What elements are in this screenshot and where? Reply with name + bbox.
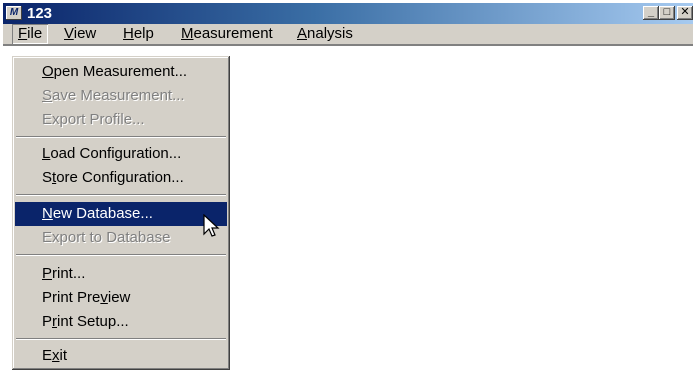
label-post: it [59,347,68,364]
label-post: int Setup... [57,313,129,330]
label-pre: P [42,313,53,330]
label-key: N [42,205,53,222]
menu-measurement-label: easurement [193,25,273,42]
label-post: ave Measurement... [52,87,185,104]
menu-view-label: iew [73,25,97,42]
menu-help-label: elp [133,25,154,42]
label-post: iew [107,289,131,306]
menu-item-print-preview[interactable]: Print Preview [15,286,227,310]
menu-help-mnemonic: H [123,25,134,42]
menu-item-store-configuration[interactable]: Store Configuration... [15,166,227,190]
label-key: O [42,63,54,80]
minimize-button[interactable]: _ [643,6,659,20]
menu-item-new-database[interactable]: New Database... [15,202,227,226]
label-post: oad Configuration... [50,145,182,162]
menu-item-print[interactable]: Print... [15,262,227,286]
label-key: S [42,87,53,104]
label-post: ore Configuration... [56,169,184,186]
label-post: ew Database... [52,205,153,222]
close-button[interactable]: ✕ [677,6,693,20]
menu-separator [16,194,226,196]
label-key: x [52,347,60,364]
app-icon[interactable]: M [6,6,22,20]
menu-separator [16,136,226,138]
file-menu-dropdown: Open Measurement... Save Measurement... … [12,56,230,370]
menu-view[interactable]: View [58,24,102,44]
label-pre: S [42,169,53,186]
menu-file-label: ile [27,25,43,42]
menu-analysis[interactable]: Analysis [291,24,359,44]
label-post: pen Measurement... [53,63,188,80]
menu-file[interactable]: File [12,24,48,44]
menu-separator [16,338,226,340]
menu-analysis-mnemonic: A [297,25,308,42]
label-pre: Export Profile... [42,111,145,128]
menu-item-open-measurement[interactable]: Open Measurement... [15,60,227,84]
menu-bar: File View Help Measurement Analysis [3,24,693,44]
label-pre: Export to Database [42,229,171,246]
label-post: rint... [52,265,86,282]
menu-item-load-configuration[interactable]: Load Configuration... [15,142,227,166]
mouse-pointer-icon [203,214,220,237]
menu-analysis-label: nalysis [307,25,353,42]
app-window: M 123 _ □ ✕ File View Help Measurement A… [0,0,696,370]
menu-separator [16,254,226,256]
menu-measurement-mnemonic: M [181,25,194,42]
menubar-divider [3,44,693,47]
maximize-button[interactable]: □ [659,6,675,20]
menu-item-print-setup[interactable]: Print Setup... [15,310,227,334]
window-title: 123 [27,5,53,22]
menu-item-export-to-database: Export to Database [15,226,227,250]
menu-item-save-measurement: Save Measurement... [15,84,227,108]
title-bar[interactable]: M 123 _ □ ✕ [3,3,693,24]
label-pre: Print Pre [42,289,101,306]
label-key: P [42,265,53,282]
menu-item-export-profile: Export Profile... [15,108,227,132]
label-key: v [100,289,108,306]
menu-measurement[interactable]: Measurement [175,24,279,44]
menu-view-mnemonic: V [64,25,74,42]
label-pre: E [42,347,53,364]
menu-item-exit[interactable]: Exit [15,344,227,368]
menu-file-mnemonic: F [18,25,28,42]
menu-help[interactable]: Help [117,24,160,44]
